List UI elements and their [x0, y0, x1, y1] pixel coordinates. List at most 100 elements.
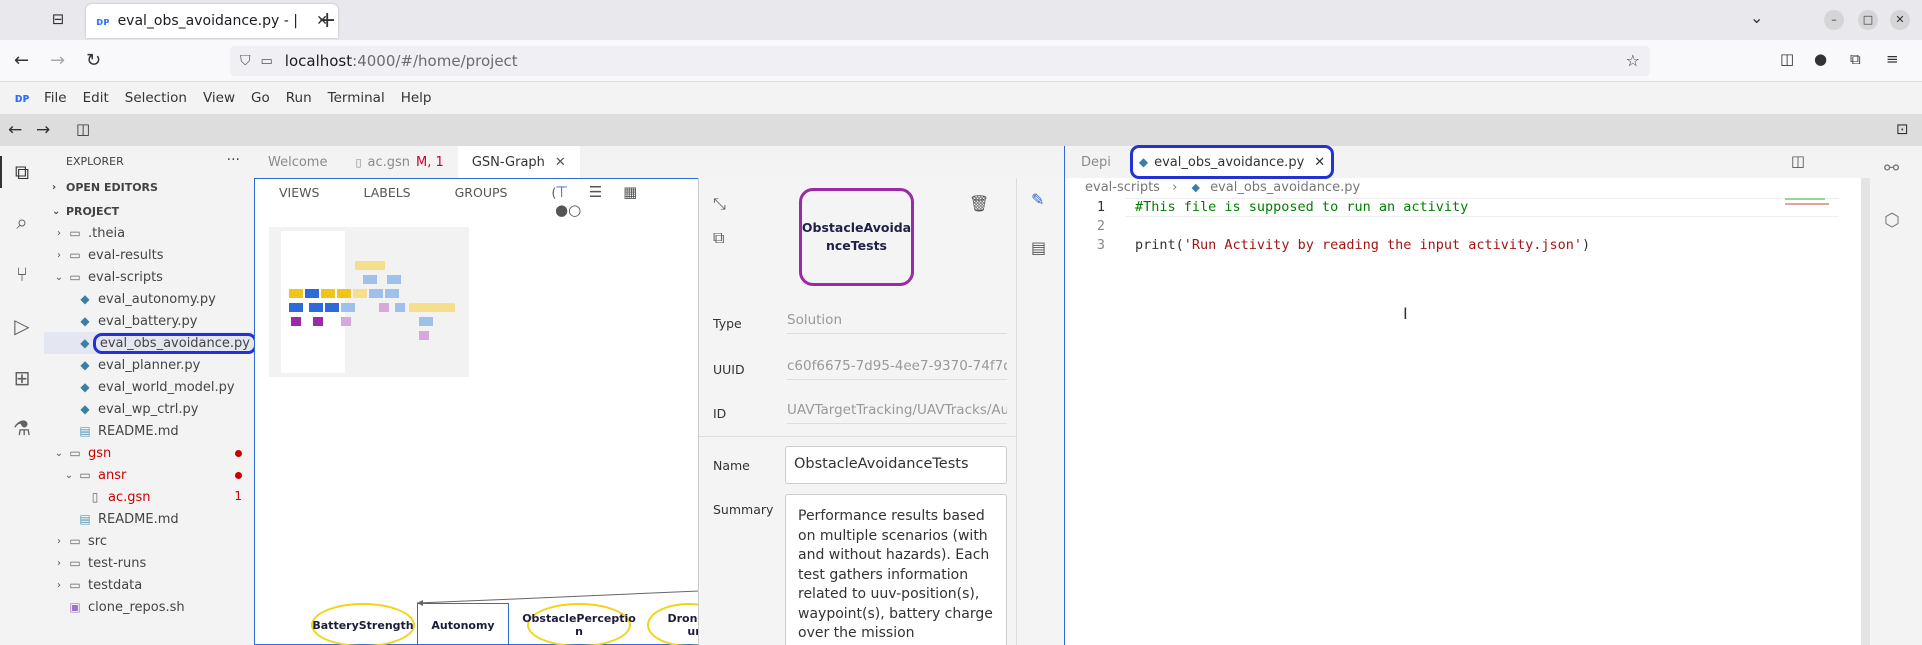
divider	[699, 436, 1017, 437]
list-tabs-chevron-icon[interactable]: ⌄	[1750, 8, 1763, 27]
graph-node-battery-strength[interactable]: BatteryStrength	[311, 603, 415, 645]
reload-icon[interactable]: ↻	[86, 50, 101, 71]
tree-file[interactable]: ◆ eval_wp_ctrl.py	[44, 398, 254, 420]
summary-textarea[interactable]: Performance results based on multiple sc…	[785, 494, 1007, 645]
menu-edit[interactable]: Edit	[83, 90, 109, 106]
tree-file[interactable]: ◆ eval_obs_avoidance.py	[44, 332, 257, 354]
properties-side-toolbar: ✎ ▤	[1016, 178, 1064, 645]
run-debug-icon[interactable]: ▷	[8, 312, 36, 340]
ide-logo-icon: ᴅᴘ	[14, 91, 30, 105]
tab-depi[interactable]: Depi	[1065, 155, 1127, 170]
graph-node-autonomy[interactable]: Autonomy	[417, 603, 509, 645]
code-area[interactable]: 1 #This file is supposed to run an activ…	[1065, 198, 1845, 255]
explorer-title: EXPLORER	[66, 154, 124, 168]
project-section[interactable]: ⌄ PROJECT	[44, 200, 254, 222]
minimize-icon[interactable]: –	[1824, 10, 1844, 30]
tree-folder[interactable]: ⌄ ▭ gsn	[44, 442, 254, 464]
tree-file[interactable]: ◆ eval_world_model.py	[44, 376, 254, 398]
close-window-icon[interactable]: ✕	[1890, 10, 1910, 30]
python-file-icon: ◆	[80, 358, 90, 372]
properties-panel: ⤡ ⧉ 🗑 ObstacleAvoida nceTests Type Solut…	[698, 178, 1017, 645]
name-input[interactable]: ObstacleAvoidanceTests	[785, 446, 1007, 484]
testing-icon[interactable]: ⚗	[8, 414, 36, 442]
search-icon[interactable]: ⌕	[8, 208, 36, 236]
tree-file[interactable]: ◆ eval_autonomy.py	[44, 288, 254, 310]
tab-welcome[interactable]: Welcome	[254, 146, 341, 178]
tree-file[interactable]: ▤ README.md	[44, 508, 254, 530]
structure-icon[interactable]: ⚯	[1884, 158, 1899, 179]
document-icon[interactable]: ▤	[1031, 238, 1046, 257]
new-tab-icon[interactable]: +	[318, 8, 336, 33]
tree-file[interactable]: ▤ README.md	[44, 420, 254, 442]
back-icon[interactable]: ←	[14, 50, 29, 71]
url-bar[interactable]: ⛉ ▭ localhost:4000/#/home/project ☆	[230, 46, 1650, 76]
more-actions-icon[interactable]: ···	[227, 152, 240, 168]
menu-go[interactable]: Go	[251, 90, 270, 106]
code-line: 2	[1065, 217, 1845, 236]
menu-terminal[interactable]: Terminal	[328, 90, 385, 106]
tab-acgsn[interactable]: ▯ ac.gsn M, 1	[341, 146, 457, 178]
menu-run[interactable]: Run	[286, 90, 312, 106]
edit-properties-icon[interactable]: ✎	[1031, 190, 1044, 209]
tree-folder[interactable]: › ▭ .theia	[44, 222, 254, 244]
tab-eval-obs-avoidance[interactable]: ◆ eval_obs_avoidance.py ✕	[1129, 145, 1335, 179]
menu-selection[interactable]: Selection	[125, 90, 187, 106]
shield-icon[interactable]: ⛉	[240, 53, 251, 69]
menu-help[interactable]: Help	[401, 90, 432, 106]
menu-view[interactable]: View	[203, 90, 235, 106]
tree-file[interactable]: ◆ eval_battery.py	[44, 310, 254, 332]
page-info-icon[interactable]: ▭	[261, 54, 273, 69]
source-control-icon[interactable]: ⑂	[8, 260, 36, 288]
browser-tab[interactable]: ᴅᴘ eval_obs_avoidance.py - | ✕	[86, 4, 338, 38]
terminal-icon[interactable]: ⊡	[1896, 120, 1909, 138]
pocket-icon[interactable]: ◫	[1780, 50, 1794, 68]
gsn-graph-canvas[interactable]: VIEWS LABELS GROUPS ( ⊤ ☰ ▦ ●○ BatterySt…	[254, 178, 731, 645]
explorer-icon[interactable]: ⧉	[8, 158, 36, 186]
extensions-icon[interactable]: ⊞	[8, 364, 36, 392]
breadcrumb-file[interactable]: eval_obs_avoidance.py	[1210, 180, 1360, 195]
delete-icon[interactable]: 🗑	[969, 194, 989, 213]
graph-node-obstacle-perception[interactable]: ObstaclePerceptio n	[522, 603, 636, 645]
account-icon[interactable]: ●	[1814, 50, 1827, 68]
tab-gsn-graph[interactable]: GSN-Graph ✕	[457, 146, 580, 178]
bookmark-star-icon[interactable]: ☆	[1626, 51, 1640, 70]
open-editors-section[interactable]: › OPEN EDITORS	[44, 176, 254, 198]
tree-folder[interactable]: ⌄ ▭ eval-scripts	[44, 266, 254, 288]
tree-folder[interactable]: › ▭ test-runs	[44, 552, 254, 574]
tree-file[interactable]: ▣ clone_repos.sh	[44, 596, 254, 618]
collapse-icon[interactable]: ⤡	[713, 194, 726, 214]
menu-icon[interactable]: ≡	[1886, 50, 1899, 68]
open-external-icon[interactable]: ⧉	[713, 228, 724, 248]
folder-icon: ▭	[69, 446, 81, 460]
breadcrumb-folder[interactable]: eval-scripts	[1085, 180, 1160, 195]
maximize-icon[interactable]: □	[1858, 10, 1878, 30]
nav-forward-icon[interactable]: →	[36, 120, 50, 140]
tree-folder[interactable]: ⌄ ▭ ansr	[44, 464, 254, 486]
extensions-icon[interactable]: ⧉	[1850, 50, 1861, 68]
right-editor: Depi ◆ eval_obs_avoidance.py ✕ ◫ eval-sc…	[1064, 145, 1871, 645]
tree-file[interactable]: ▯ ac.gsn 1	[44, 486, 254, 508]
editor-minimap[interactable]	[1785, 198, 1831, 205]
close-tab-icon[interactable]: ✕	[1314, 155, 1325, 170]
forward-icon[interactable]: →	[50, 50, 65, 71]
tree-folder[interactable]: › ▭ eval-results	[44, 244, 254, 266]
tab-overview-icon[interactable]: ⊟	[46, 10, 70, 30]
folder-icon: ▭	[69, 248, 81, 262]
split-editor-icon[interactable]: ◫	[1791, 152, 1805, 170]
nav-back-icon[interactable]: ←	[8, 120, 22, 140]
tree-folder[interactable]: › ▭ src	[44, 530, 254, 552]
menu-file[interactable]: File	[44, 90, 67, 106]
chevron-right-icon: ›	[57, 579, 61, 591]
hex-icon[interactable]: ⬡	[1884, 210, 1900, 231]
line-number: 3	[1096, 237, 1105, 253]
tree-folder[interactable]: › ▭ testdata	[44, 574, 254, 596]
tree-file[interactable]: ◆ eval_planner.py	[44, 354, 254, 376]
close-tab-icon[interactable]: ✕	[555, 155, 566, 170]
graph-edges	[416, 590, 699, 606]
toggle-sidebar-icon[interactable]: ◫	[76, 120, 90, 138]
activity-bar: ⧉ ⌕ ⑂ ▷ ⊞ ⚗	[0, 146, 44, 645]
ide-toolbar: ← → ◫ ⊡	[0, 114, 1922, 146]
right-editor-tabs: Depi ◆ eval_obs_avoidance.py ✕ ◫	[1065, 145, 1871, 179]
error-dot	[235, 450, 242, 457]
chevron-right-icon: ›	[52, 181, 57, 193]
